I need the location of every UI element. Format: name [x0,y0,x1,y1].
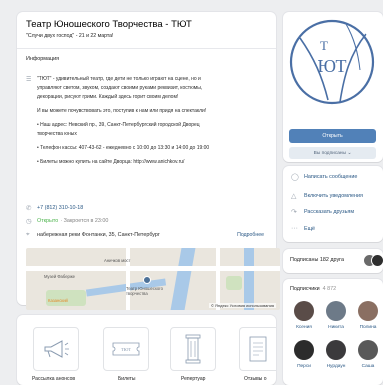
description-line: • Телефон кассы: 407-43-62 - ежедневно с… [37,145,210,151]
community-status: "Случи двух господ" - 21 и 22 марта! [26,33,114,39]
ticket-icon: ТЮТ [112,342,140,356]
subscriber[interactable]: Ксения [289,301,319,330]
friends-card[interactable]: Подписаны 182 друга [283,249,383,273]
map-label-museum: Музей Фаберже [44,274,75,279]
link-label-reviews[interactable]: Отзывы о [244,376,267,382]
share-icon: ↷ [291,209,297,216]
hours-row: ◷ Открыто · Закроется в 23:00 [26,217,108,225]
info-section-title: Информация [26,56,60,62]
enable-notifications-label: Включить уведомления [304,193,363,199]
links-card: ТЮТ Рассылка анонсов Билеты Репертуар От… [17,315,276,385]
subscriber-name[interactable]: Нурдаун [321,364,351,369]
avatar[interactable] [326,340,346,360]
tell-friends-label: Рассказать друзьям [304,209,355,215]
community-logo[interactable]: Т ЮТ [288,18,376,106]
column-icon [185,334,201,364]
subscribed-button[interactable]: Вы подписаны ⌄ [289,147,376,159]
map-attribution[interactable]: © Яндекс Условия использования [208,303,276,308]
open-button[interactable]: Открыть [289,129,376,143]
tell-friends-action[interactable]: ↷ Рассказать друзьям [291,208,354,216]
megaphone-icon [44,340,69,358]
avatar-card: Т ЮТ Открыть Вы подписаны ⌄ [283,12,383,162]
address-map[interactable]: Аничков мост Музей Фаберже Театр Юношеск… [26,248,280,310]
friends-subscribed-label[interactable]: Подписаны 182 друга [290,257,344,263]
link-tile-repertoire[interactable] [170,327,216,371]
link-tile-announcements[interactable] [33,327,79,371]
info-icon: ☰ [26,77,32,83]
subscriber-name[interactable]: Саша [353,364,383,369]
svg-text:ТЮТ: ТЮТ [121,347,131,352]
map-pin-icon[interactable] [143,276,151,284]
community-info-card: Театр Юношеского Творчества - ТЮТ "Случи… [17,12,280,310]
subscriber-name[interactable]: Полина [353,325,383,330]
divider [17,48,276,49]
description-line: И вы можете почувствовать это, поступив … [37,108,207,114]
more-action[interactable]: ··· Ещё [291,225,315,232]
location-icon: ⌖ [26,231,30,238]
write-message-label: Написать сообщение [304,174,358,180]
address-text: набережная реки Фонтанки, 35, Санкт-Пете… [37,232,160,238]
description-line: декорации, рисуют грими. Каждый здесь го… [37,94,179,100]
subscriber[interactable]: Полина [353,301,383,330]
avatar[interactable] [294,301,314,321]
enable-notifications-action[interactable]: △ Включить уведомления [291,192,363,200]
avatar[interactable] [294,340,314,360]
map-label-theatre: Театр Юношеского творчества [126,286,163,296]
avatar[interactable] [326,301,346,321]
subscriber[interactable]: Перси [289,340,319,369]
link-label-repertoire[interactable]: Репертуар [181,376,205,382]
subscriber[interactable]: Никита [321,301,351,330]
description-line: • Наш адрес: Невский пр., 39, Санкт-Пете… [37,122,200,128]
phone-icon: ✆ [26,205,32,212]
write-message-action[interactable]: ◯ Написать сообщение [291,173,357,181]
description-line: управляют светом, звуком, создают своими… [37,85,203,91]
subscribers-count: 4 872 [322,286,337,292]
map-label-kazansky: Казанский [48,298,68,303]
address-row[interactable]: ⌖ набережная реки Фонтанки, 35, Санкт-Пе… [26,231,160,239]
subscriber-name[interactable]: Никита [321,325,351,330]
subscribers-label: Подписчики [290,286,320,292]
message-icon: ◯ [291,174,299,181]
description-line: • Билеты можно купить на сайте Дворца: h… [37,159,185,165]
subscribers-title[interactable]: Подписчики 4 872 [290,286,336,292]
svg-text:Т: Т [320,38,328,53]
link-tile-tickets[interactable]: ТЮТ [103,327,149,371]
bell-icon: △ [291,193,297,200]
map-label-anichkov: Аничков мост [104,258,131,263]
subscriber[interactable]: Нурдаун [321,340,351,369]
more-action-label: Ещё [304,225,316,232]
document-icon [249,336,267,362]
subscriber-name[interactable]: Ксения [289,325,319,330]
friend-avatar[interactable] [371,254,383,267]
description-line: творчества юных [37,131,77,137]
subscribers-card: Подписчики 4 872 Ксения Никита Полина Пер… [283,279,383,385]
close-time: · Закроется в 23:00 [60,218,109,224]
clock-icon: ◷ [26,218,32,225]
link-tile-reviews[interactable] [239,327,276,371]
phone-row[interactable]: ✆ +7 (812) 310-10-18 [26,204,83,212]
avatar[interactable] [358,340,378,360]
page-title: Театр Юношеского Творчества - ТЮТ [26,19,192,30]
phone-number[interactable]: +7 (812) 310-10-18 [37,205,83,211]
more-icon: ··· [291,225,298,232]
svg-text:ЮТ: ЮТ [317,56,346,76]
avatar[interactable] [358,301,378,321]
subscriber-name[interactable]: Перси [289,364,319,369]
link-label-announcements[interactable]: Рассылка анонсов [32,376,75,382]
description-line: "ТЮТ" - удивительный театр, где дети не … [37,76,201,82]
subscriber[interactable]: Саша [353,340,383,369]
open-status: Открыто [37,218,59,224]
link-label-tickets[interactable]: Билеты [118,376,136,382]
actions-card: ◯ Написать сообщение △ Включить уведомле… [283,166,383,242]
more-link[interactable]: Подробнее [237,232,264,238]
